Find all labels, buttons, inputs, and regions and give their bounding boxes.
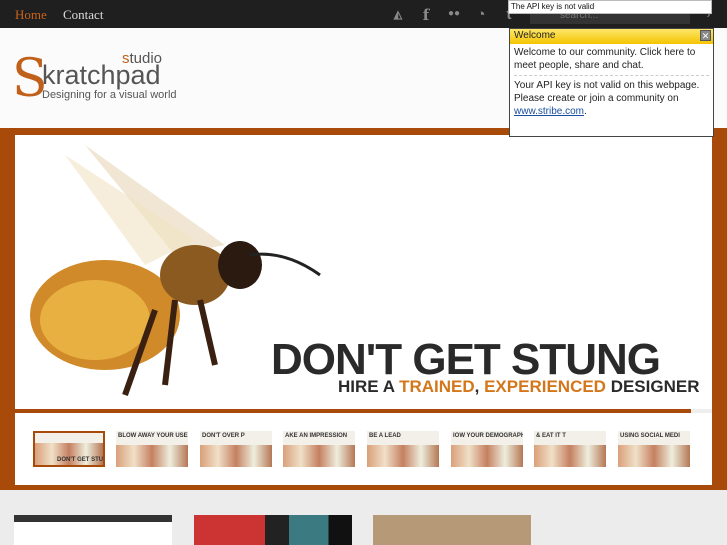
- divider: [514, 75, 709, 76]
- portfolio-card-3[interactable]: [373, 515, 531, 545]
- api-tooltip: The API key is not valid: [508, 0, 712, 14]
- slide-thumbnail[interactable]: DON'T GET STU: [33, 431, 105, 467]
- slide-thumbnail[interactable]: & EAT IT T: [534, 431, 606, 467]
- thumbnail-image: [451, 445, 523, 467]
- thumbnail-image: [534, 445, 606, 467]
- top-bar: Home Contact ◭ f ●● ◔ t › The API key is…: [0, 0, 727, 28]
- svg-text:studio: studio: [122, 50, 162, 67]
- thumbnail-caption: DON'T GET STU: [57, 457, 104, 463]
- sub-text: ,: [474, 377, 485, 396]
- portfolio-card-1[interactable]: [14, 515, 172, 545]
- svg-text:Designing for a visual world: Designing for a visual world: [42, 89, 177, 101]
- sub-highlight: TRAINED: [399, 377, 475, 396]
- portfolio-card-2[interactable]: [194, 515, 352, 545]
- sub-text: DESIGNER: [605, 377, 700, 396]
- nav-contact[interactable]: Contact: [63, 7, 103, 23]
- thumbnail-caption: DON'T OVER P: [202, 433, 245, 439]
- logo[interactable]: S kratchpad studio Designing for a visua…: [12, 48, 177, 103]
- thumbnail-image: [200, 445, 272, 467]
- thumbnail-image: [367, 445, 439, 467]
- thumbnail-caption: IOW YOUR DEMOGRAPHI: [453, 433, 523, 439]
- close-icon[interactable]: ✕: [700, 30, 711, 41]
- thumbnail-caption: AKE AN IMPRESSION: [285, 433, 348, 439]
- slide-thumbnail[interactable]: USING SOCIAL MEDI: [618, 431, 690, 467]
- popup-intro[interactable]: Welcome to our community. Click here to …: [510, 44, 713, 74]
- thumbnail-caption: BLOW AWAY YOUR USE: [118, 433, 188, 439]
- thumbnail-caption: USING SOCIAL MEDI: [620, 433, 680, 439]
- slide-thumbnail[interactable]: BE A LEAD: [367, 431, 439, 467]
- slide-thumbnail[interactable]: IOW YOUR DEMOGRAPHI: [451, 431, 523, 467]
- thumbnail-image: [283, 445, 355, 467]
- nav-home[interactable]: Home: [15, 7, 47, 23]
- thumbnail-caption: BE A LEAD: [369, 433, 401, 439]
- thumbnail-image: [116, 445, 188, 467]
- welcome-popup[interactable]: Welcome ✕ Welcome to our community. Clic…: [509, 28, 714, 137]
- slide-subheadline: HIRE A TRAINED, EXPERIENCED DESIGNER: [338, 377, 700, 397]
- thumbnail-image: [618, 445, 690, 467]
- sub-highlight: EXPERIENCED: [484, 377, 606, 396]
- flickr-icon[interactable]: ●●: [445, 8, 463, 19]
- slide-thumbnail[interactable]: BLOW AWAY YOUR USE: [116, 431, 188, 467]
- stribe-link[interactable]: www.stribe.com: [514, 106, 584, 117]
- popup-title: Welcome: [510, 29, 713, 44]
- slide-thumbnail[interactable]: AKE AN IMPRESSION: [283, 431, 355, 467]
- facebook-icon[interactable]: f: [417, 6, 435, 24]
- slide-thumbnail[interactable]: DON'T OVER P: [200, 431, 272, 467]
- popup-join: Please create or join a community on: [514, 93, 679, 104]
- delicious-icon[interactable]: ◭: [389, 8, 407, 21]
- slide[interactable]: DON'T GET STUNG HIRE A TRAINED, EXPERIEN…: [15, 135, 712, 409]
- popup-warning: Your API key is not valid on this webpag…: [514, 80, 700, 91]
- sub-text: HIRE A: [338, 377, 400, 396]
- thumbnail-strip: DON'T GET STU BLOW AWAY YOUR USE DON'T OVE…: [15, 413, 712, 485]
- rss-icon[interactable]: ◔: [472, 6, 490, 23]
- thumbnail-caption: & EAT IT T: [536, 433, 566, 439]
